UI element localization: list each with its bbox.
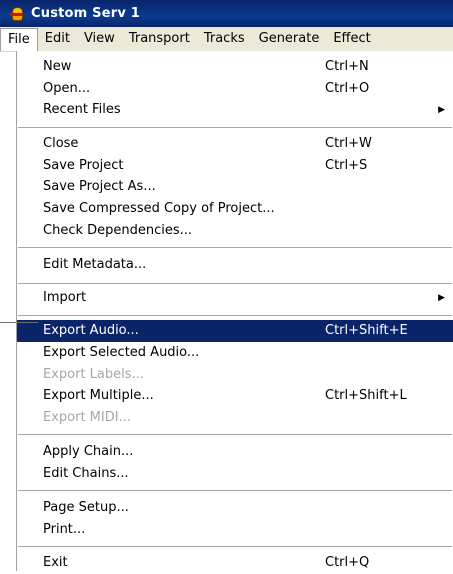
menu-item-edit-metadata[interactable]: Edit Metadata... [17,254,453,276]
app-icon [10,6,23,21]
menu-item-apply-chain[interactable]: Apply Chain... [17,441,453,463]
menu-item-export-midi: Export MIDI... [17,407,453,429]
menu-item-label: Exit [43,555,68,570]
menu-separator [18,434,452,436]
window-title: Custom Serv 1 [31,6,140,21]
menu-item-label: Export Labels... [43,367,144,382]
menu-separator [18,127,452,129]
menu-bar: File Edit View Transport Tracks Generate… [0,27,453,52]
menu-item-label: Edit Chains... [43,466,129,481]
menu-item-shortcut: Ctrl+W [325,136,372,151]
menu-item-shortcut: Ctrl+S [325,158,368,173]
menu-item-export-labels: Export Labels... [17,364,453,386]
menu-view[interactable]: View [77,28,122,50]
menu-separator [18,546,452,548]
menu-item-export-audio[interactable]: Export Audio... Ctrl+Shift+E [17,320,453,342]
menu-item-save-project-as[interactable]: Save Project As... [17,176,453,198]
menu-item-label: Save Project As... [43,179,156,194]
menu-item-new[interactable]: New Ctrl+N [17,56,453,78]
menu-item-shortcut: Ctrl+Q [325,555,370,570]
menu-edit[interactable]: Edit [38,28,77,50]
menu-item-exit[interactable]: Exit Ctrl+Q [17,552,453,574]
menu-item-label: Print... [43,522,86,537]
menu-item-export-selected-audio[interactable]: Export Selected Audio... [17,342,453,364]
menu-item-label: Export Audio... [43,323,139,338]
menu-item-label: Edit Metadata... [43,257,147,272]
menu-item-save-compressed-copy[interactable]: Save Compressed Copy of Project... [17,198,453,220]
menu-item-save-project[interactable]: Save Project Ctrl+S [17,155,453,177]
menu-item-label: Open... [43,81,91,96]
menu-item-label: Close [43,136,79,151]
menu-item-page-setup[interactable]: Page Setup... [17,497,453,519]
menu-item-label: Export Multiple... [43,388,154,403]
menu-file[interactable]: File [0,27,38,51]
menu-item-shortcut: Ctrl+Shift+L [325,388,407,403]
menu-item-label: New [43,59,72,74]
menu-item-label: Save Compressed Copy of Project... [43,201,275,216]
menu-item-label: Recent Files [43,102,121,117]
menu-item-open[interactable]: Open... Ctrl+O [17,78,453,100]
menu-item-label: Export MIDI... [43,410,131,425]
menu-generate[interactable]: Generate [252,28,327,50]
menu-item-shortcut: Ctrl+O [325,81,370,96]
menu-item-recent-files[interactable]: Recent Files ▶ [17,99,453,121]
menu-item-import[interactable]: Import ▶ [17,287,453,309]
menu-separator [18,315,452,317]
callout-pointer-line [0,322,38,323]
menu-transport[interactable]: Transport [122,28,197,50]
submenu-arrow-icon: ▶ [438,293,445,303]
menu-tracks[interactable]: Tracks [197,28,252,50]
menu-effect[interactable]: Effect [326,28,377,50]
menu-item-edit-chains[interactable]: Edit Chains... [17,463,453,485]
menu-item-shortcut: Ctrl+N [325,59,369,74]
menu-item-label: Export Selected Audio... [43,345,200,360]
menu-item-label: Check Dependencies... [43,223,193,238]
menu-item-print[interactable]: Print... [17,519,453,541]
menu-item-check-dependencies[interactable]: Check Dependencies... [17,220,453,242]
menu-item-export-multiple[interactable]: Export Multiple... Ctrl+Shift+L [17,385,453,407]
menu-item-close[interactable]: Close Ctrl+W [17,133,453,155]
menu-separator [18,283,452,285]
submenu-arrow-icon: ▶ [438,105,445,115]
menu-item-label: Import [43,290,87,305]
file-menu-dropdown: New Ctrl+N Open... Ctrl+O Recent Files ▶… [16,51,453,571]
menu-item-label: Apply Chain... [43,444,134,459]
menu-separator [18,247,452,249]
menu-separator [18,490,452,492]
menu-item-label: Page Setup... [43,500,129,515]
menu-item-label: Save Project [43,158,124,173]
title-bar: Custom Serv 1 [0,0,453,27]
menu-item-shortcut: Ctrl+Shift+E [325,323,408,338]
